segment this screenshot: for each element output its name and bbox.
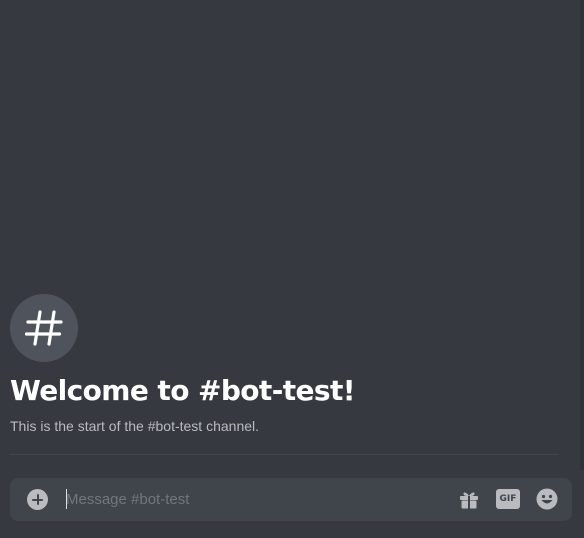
scrollbar[interactable] <box>580 0 584 470</box>
plus-circle-icon[interactable] <box>27 489 48 510</box>
gif-button[interactable]: GIF <box>496 489 520 509</box>
hash-icon <box>24 310 63 346</box>
gift-icon[interactable] <box>458 488 480 510</box>
message-input[interactable] <box>66 478 436 521</box>
text-caret <box>66 489 67 509</box>
welcome-subtitle: This is the start of the #bot-test chann… <box>10 418 260 434</box>
welcome-title: Welcome to #bot-test! <box>10 374 356 407</box>
channel-welcome-section: Welcome to #bot-test! This is the start … <box>10 294 558 435</box>
divider <box>10 454 558 455</box>
chat-view: Welcome to #bot-test! This is the start … <box>0 0 584 538</box>
emoji-icon[interactable] <box>536 488 558 510</box>
message-composer: GIF <box>10 478 572 521</box>
channel-hash-avatar <box>10 294 78 362</box>
